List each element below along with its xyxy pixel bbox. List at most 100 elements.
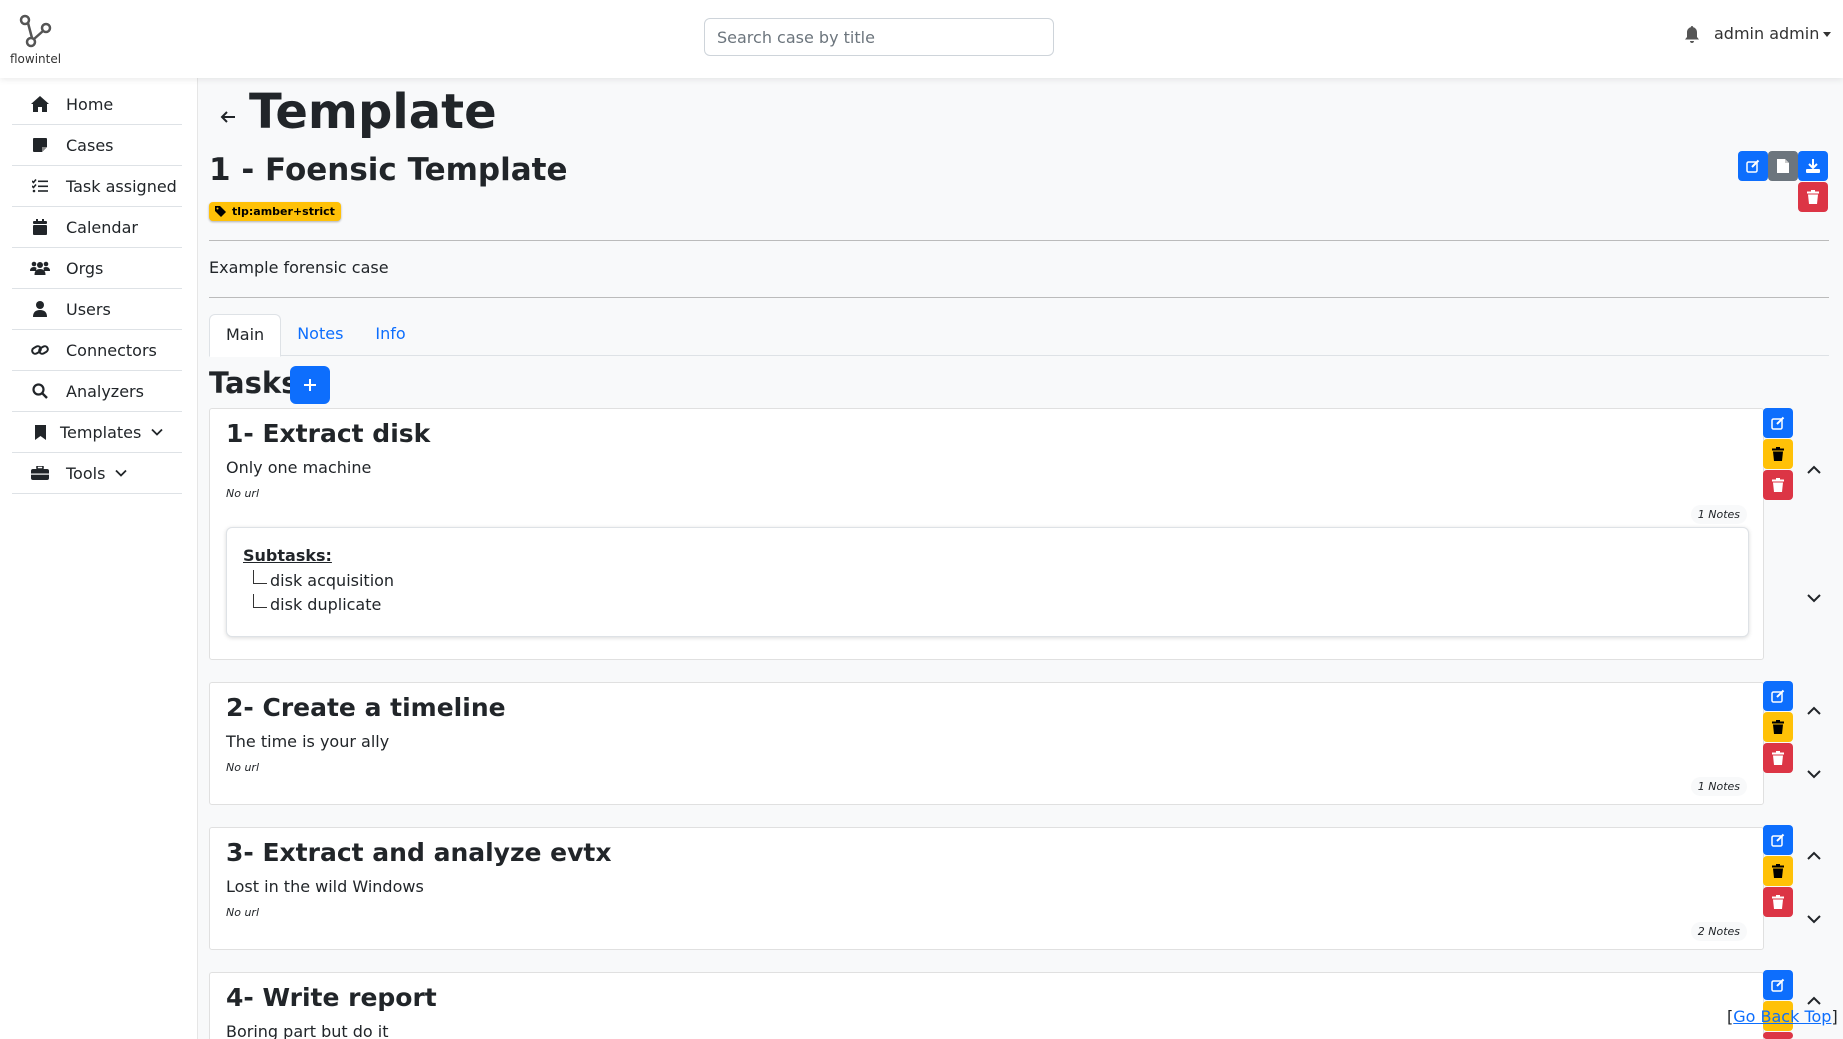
task-title[interactable]: 1- Extract disk (226, 419, 430, 448)
trash-icon (1807, 190, 1819, 204)
bracket-close: ] (1831, 1007, 1838, 1026)
user-name: admin admin (1714, 24, 1820, 43)
tasks-heading: Tasks (209, 366, 299, 400)
sidebar-item-calendar[interactable]: Calendar (12, 207, 182, 248)
sidebar-item-connectors[interactable]: Connectors (12, 330, 182, 371)
edit-icon (1771, 416, 1785, 430)
remove-task-button[interactable] (1763, 887, 1793, 917)
task-url: No url (226, 761, 260, 774)
chevron-down-icon (115, 469, 128, 477)
sidebar: Home Cases Task assigned Calendar Orgs U… (0, 78, 198, 1039)
case-description: Example forensic case (209, 258, 389, 277)
task-card[interactable]: 4- Write report Boring part but do it (209, 972, 1764, 1039)
task-url: No url (226, 906, 260, 919)
tab-main[interactable]: Main (209, 314, 282, 357)
sidebar-item-analyzers[interactable]: Analyzers (12, 371, 182, 412)
task-card[interactable]: 2- Create a timeline The time is your al… (209, 682, 1764, 805)
download-template-button[interactable] (1798, 151, 1828, 181)
subtask-item: disk duplicate (253, 594, 381, 614)
main-content: Template 1 - Foensic Template tlp:amber+… (209, 78, 1834, 1039)
tab-notes[interactable]: Notes (281, 314, 359, 356)
go-back-top-link[interactable]: Go Back Top (1733, 1007, 1831, 1026)
remove-task-button[interactable] (1763, 470, 1793, 500)
calendar-icon (30, 217, 50, 237)
edit-icon (1746, 159, 1760, 173)
house-icon (30, 94, 50, 114)
download-icon (1806, 159, 1820, 173)
go-back-top: [Go Back Top] (1727, 1007, 1838, 1026)
search-input[interactable] (704, 18, 1054, 56)
tab-info[interactable]: Info (359, 314, 421, 356)
sidebar-item-home[interactable]: Home (12, 84, 182, 125)
sidebar-item-label: Analyzers (66, 381, 144, 401)
delete-task-button[interactable] (1763, 712, 1793, 742)
edit-task-button[interactable] (1763, 681, 1793, 711)
flowintel-logo[interactable]: flowintel (8, 10, 68, 70)
task-card[interactable]: 3- Extract and analyze evtx Lost in the … (209, 827, 1764, 950)
delete-task-button[interactable] (1763, 439, 1793, 469)
edit-task-button[interactable] (1763, 970, 1793, 1000)
edit-icon (1771, 689, 1785, 703)
sidebar-item-templates[interactable]: Templates (12, 412, 182, 453)
users-icon (30, 258, 50, 278)
logo-icon (19, 14, 52, 48)
move-down-icon[interactable] (1807, 593, 1821, 603)
delete-template-button[interactable] (1798, 182, 1828, 212)
back-arrow-icon[interactable] (219, 108, 237, 126)
notes-count-badge: 2 Notes (1690, 922, 1747, 941)
edit-template-button[interactable] (1738, 151, 1768, 181)
export-template-button[interactable] (1768, 151, 1798, 181)
sidebar-item-label: Calendar (66, 217, 138, 237)
move-down-icon[interactable] (1807, 769, 1821, 779)
trash-icon (1772, 895, 1784, 909)
notes-count-badge: 1 Notes (1690, 505, 1747, 524)
task-description: Boring part but do it (226, 1022, 389, 1039)
magnifier-icon (30, 381, 50, 401)
task-title[interactable]: 3- Extract and analyze evtx (226, 838, 612, 867)
edit-icon (1771, 833, 1785, 847)
task-description: The time is your ally (226, 732, 390, 751)
bell-icon[interactable] (1684, 26, 1700, 44)
tag-label: tlp:amber+strict (232, 205, 335, 218)
subtask-item: disk acquisition (253, 570, 394, 590)
sidebar-item-label: Cases (66, 135, 114, 155)
trash-icon (1772, 720, 1784, 734)
sidebar-item-label: Orgs (66, 258, 104, 278)
sidebar-item-users[interactable]: Users (12, 289, 182, 330)
trash-icon (1772, 751, 1784, 765)
bookmark-icon (30, 422, 50, 442)
sidebar-item-label: Templates (60, 422, 142, 442)
toolbox-icon (30, 463, 50, 483)
sidebar-item-label: Connectors (66, 340, 157, 360)
task-card[interactable]: 1- Extract disk Only one machine No url … (209, 408, 1764, 660)
move-up-icon[interactable] (1807, 465, 1821, 475)
edit-task-button[interactable] (1763, 408, 1793, 438)
case-title: 1 - Foensic Template (209, 152, 568, 188)
file-icon (1777, 159, 1789, 173)
sidebar-item-tools[interactable]: Tools (12, 453, 182, 494)
task-title[interactable]: 4- Write report (226, 983, 437, 1012)
task-description: Only one machine (226, 458, 372, 477)
divider (209, 297, 1829, 298)
list-check-icon (30, 176, 50, 196)
trash-icon (1772, 447, 1784, 461)
remove-task-button[interactable] (1763, 1032, 1793, 1039)
move-up-icon[interactable] (1807, 706, 1821, 716)
sidebar-item-task-assigned[interactable]: Task assigned (12, 166, 182, 207)
caret-down-icon (1823, 32, 1832, 37)
add-task-button[interactable] (290, 366, 330, 404)
move-down-icon[interactable] (1807, 914, 1821, 924)
subtask-label: disk duplicate (270, 595, 382, 614)
edit-task-button[interactable] (1763, 825, 1793, 855)
delete-task-button[interactable] (1763, 856, 1793, 886)
edit-icon (1771, 978, 1785, 992)
move-up-icon[interactable] (1807, 851, 1821, 861)
sidebar-item-cases[interactable]: Cases (12, 125, 182, 166)
move-up-icon[interactable] (1807, 996, 1821, 1006)
user-menu-dropdown[interactable]: admin admin (1714, 24, 1832, 43)
tag-icon (215, 206, 226, 217)
remove-task-button[interactable] (1763, 743, 1793, 773)
sidebar-item-orgs[interactable]: Orgs (12, 248, 182, 289)
task-title[interactable]: 2- Create a timeline (226, 693, 506, 722)
divider (209, 240, 1829, 241)
